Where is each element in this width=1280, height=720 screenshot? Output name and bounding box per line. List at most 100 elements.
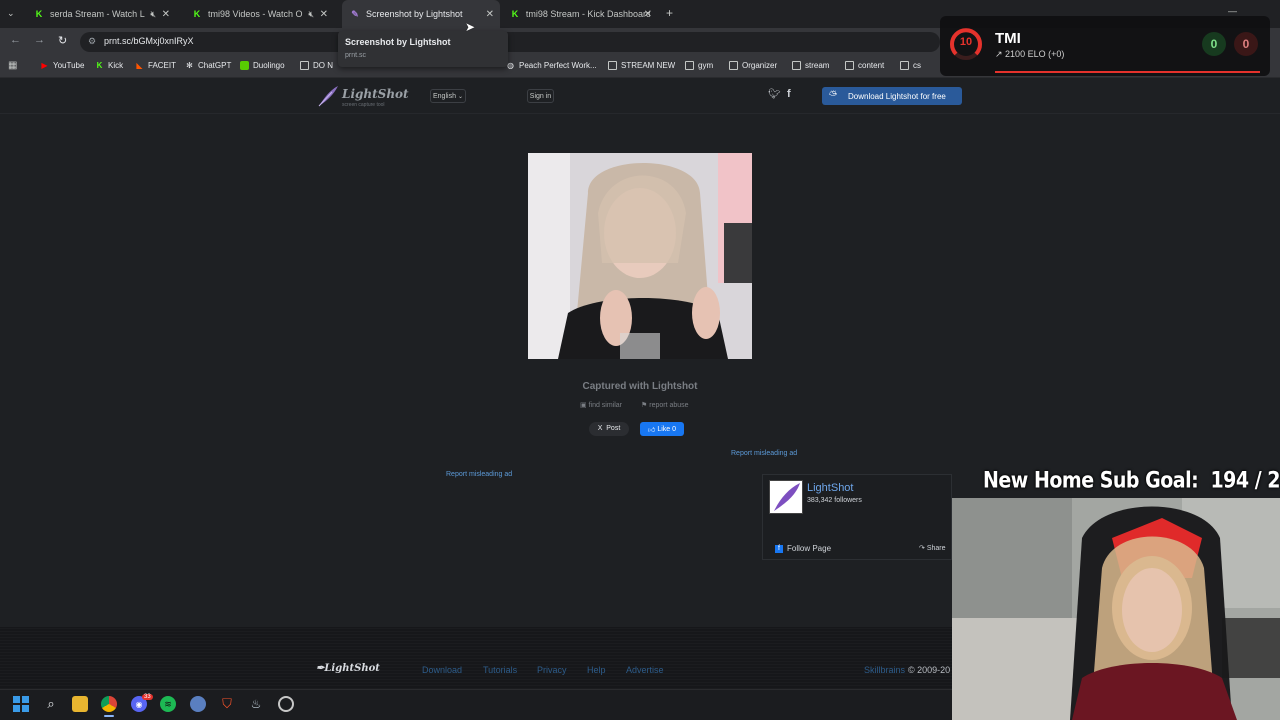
muted-speaker-icon[interactable]: 🔇︎ <box>308 9 314 20</box>
reload-icon[interactable]: ↻ <box>58 34 67 47</box>
share-arrow-icon: ↷ <box>919 545 927 552</box>
elo-progress-bar <box>995 71 1260 73</box>
bookmark-peach-perfect[interactable]: ◍ Peach Perfect Work... <box>506 61 597 70</box>
facebook-page-widget: LightShot 383,342 followers f Follow Pag… <box>762 474 952 560</box>
bookmark-kick[interactable]: K Kick <box>95 61 124 70</box>
address-bar[interactable] <box>80 32 940 52</box>
player-name: TMI <box>995 30 1021 47</box>
elo-readout: ↗ 2100 ELO (+0) <box>995 49 1064 60</box>
find-similar-link[interactable]: ▣ find similar <box>580 401 622 409</box>
language-label: English <box>433 92 456 100</box>
tab-search-chevron-icon[interactable]: ⌄ <box>7 8 15 19</box>
bookmark-label: Organizer <box>742 61 778 70</box>
chrome-icon[interactable] <box>101 696 117 712</box>
flag-icon: ⚑ <box>641 402 650 409</box>
screenshot-image[interactable] <box>528 153 752 359</box>
bookmark-folder-gym[interactable]: gym <box>685 61 713 70</box>
bookmark-duolingo[interactable]: Duolingo <box>240 61 285 70</box>
bookmark-folder-stream-new[interactable]: STREAM NEW <box>608 61 675 70</box>
bookmark-folder-cs[interactable]: cs <box>900 61 921 70</box>
download-cloud-icon: ⛅︎ <box>829 90 837 101</box>
share-button[interactable]: ↷ Share <box>919 544 946 552</box>
tab-kick-dashboard[interactable]: K tmi98 Stream - Kick Dashboard ✕ <box>502 3 658 25</box>
close-tab-icon[interactable]: ✕ <box>162 9 170 20</box>
lightshot-logo-text[interactable]: LightShot <box>342 87 409 101</box>
footer-link-advertise[interactable]: Advertise <box>626 665 664 675</box>
footer-link-privacy[interactable]: Privacy <box>537 665 567 675</box>
bookmark-folder-content[interactable]: content <box>845 61 884 70</box>
report-misleading-ad-link-left[interactable]: Report misleading ad <box>446 471 512 478</box>
bookmark-folder-organizer[interactable]: Organizer <box>729 61 777 70</box>
folder-icon <box>608 61 617 70</box>
bookmark-chatgpt[interactable]: ✻ ChatGPT <box>185 61 231 70</box>
bookmark-label: content <box>858 61 885 70</box>
language-select[interactable]: English ⌄ <box>430 89 466 103</box>
follow-page-button[interactable]: f Follow Page <box>775 544 831 553</box>
facebook-icon[interactable]: f <box>787 88 791 100</box>
folder-icon <box>300 61 309 70</box>
footer-company-link[interactable]: Skillbrains <box>864 665 905 675</box>
footer-link-download[interactable]: Download <box>422 665 462 675</box>
tab-hover-tooltip: Screenshot by Lightshot prnt.sc <box>338 31 508 67</box>
site-info-icon[interactable]: ⚙ <box>88 36 96 47</box>
footer-logo[interactable]: ✒︎LightShot <box>316 663 380 674</box>
x-post-button[interactable]: X Post <box>589 422 629 436</box>
bookmark-label: stream <box>805 61 830 70</box>
spotify-icon[interactable]: ≋ <box>160 696 176 712</box>
url-text[interactable]: prnt.sc/bGMxj0xnIRyX <box>104 36 194 46</box>
close-tab-icon[interactable]: ✕ <box>486 9 494 20</box>
caret-down-icon: ⌄ <box>457 93 463 100</box>
bookmark-youtube[interactable]: ▶ YouTube <box>40 61 84 70</box>
bookmark-faceit[interactable]: ◣ FACEIT <box>135 61 176 70</box>
report-abuse-link[interactable]: ⚑ report abuse <box>641 401 689 409</box>
muted-speaker-icon[interactable]: 🔇︎ <box>150 9 156 20</box>
footer-link-help[interactable]: Help <box>587 665 606 675</box>
search-icon[interactable]: ⌕ <box>43 696 59 712</box>
webcam-overlay <box>952 498 1280 720</box>
tab-title: Screenshot by Lightshot <box>366 9 463 19</box>
trend-arrow-icon: ↗ <box>995 49 1006 59</box>
bookmark-folder-do-n[interactable]: DO N <box>300 61 333 70</box>
discord-notification-badge: 33 <box>142 694 153 700</box>
folder-icon <box>900 61 909 70</box>
file-explorer-icon[interactable] <box>72 696 88 712</box>
bookmark-label: ChatGPT <box>198 61 232 70</box>
new-tab-button[interactable]: + <box>666 6 673 20</box>
close-tab-icon[interactable]: ✕ <box>320 9 328 20</box>
lightshot-page-avatar[interactable] <box>769 480 803 514</box>
captured-caption: Captured with Lightshot <box>582 381 698 392</box>
close-tab-icon[interactable]: ✕ <box>644 9 652 20</box>
back-arrow-icon[interactable]: ← <box>10 34 21 46</box>
bookmark-folder-stream[interactable]: stream <box>792 61 829 70</box>
tab-serda-stream[interactable]: K serda Stream - Watch Live o 🔇︎ ✕ <box>26 3 176 25</box>
tab-tmi98-videos[interactable]: K tmi98 Videos - Watch On-D 🔇︎ ✕ <box>184 3 334 25</box>
footer-link-tutorials[interactable]: Tutorials <box>483 665 517 675</box>
folder-icon <box>845 61 854 70</box>
lightshot-tagline: screen capture tool <box>342 102 385 108</box>
sub-goal-overlay: New Home Sub Goal: 194 / 20000 <box>983 468 1280 494</box>
sign-in-button[interactable]: Sign in <box>527 89 554 103</box>
download-lightshot-button[interactable]: ⛅︎ Download Lightshot for free <box>822 87 962 105</box>
tooltip-title: Screenshot by Lightshot <box>345 37 451 47</box>
facebook-like-button[interactable]: 👍︎ Like 0 <box>640 422 684 436</box>
score-left: 0 <box>1202 32 1226 56</box>
fb-page-name[interactable]: LightShot <box>807 482 853 494</box>
windows-start-icon[interactable] <box>13 696 29 712</box>
thumbs-up-icon: 👍︎ <box>647 426 656 434</box>
folder-icon <box>792 61 801 70</box>
brave-icon[interactable]: ⛉ <box>219 696 235 712</box>
minimize-icon[interactable]: — <box>1228 6 1237 16</box>
app-icon[interactable] <box>190 696 206 712</box>
bookmark-label: DO N <box>313 61 333 70</box>
bookmark-label: Duolingo <box>253 61 285 70</box>
lightshot-feather-logo-icon[interactable] <box>316 84 340 108</box>
apps-grid-icon[interactable]: ▦ <box>8 60 17 71</box>
obs-icon[interactable] <box>278 696 294 712</box>
tab-lightshot-active[interactable]: ✎ Screenshot by Lightshot ✕ <box>342 0 500 28</box>
twitter-icon[interactable]: 🐦︎ <box>768 89 781 100</box>
report-misleading-ad-link-right[interactable]: Report misleading ad <box>731 450 797 457</box>
steam-icon[interactable]: ♨ <box>248 696 264 712</box>
bookmark-label: gym <box>698 61 714 70</box>
faceit-elo-overlay: 10 TMI ↗ 2100 ELO (+0) 0 0 <box>940 16 1270 76</box>
forward-arrow-icon[interactable]: → <box>34 34 45 46</box>
